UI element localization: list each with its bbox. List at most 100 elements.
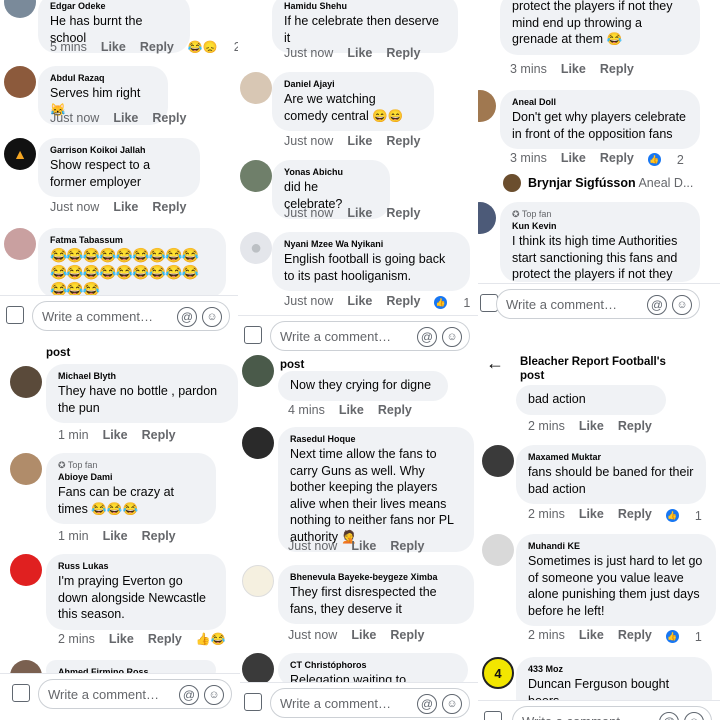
reply-button[interactable]: Reply (386, 134, 420, 148)
photo-icon[interactable] (12, 684, 30, 702)
commenter-name[interactable]: Kun Kevin (512, 220, 688, 233)
reaction-summary[interactable]: 👍😂 5 (196, 632, 240, 646)
reaction-summary[interactable]: 😂😞 2 (188, 40, 238, 54)
like-button[interactable]: Like (101, 40, 126, 54)
avatar[interactable] (240, 160, 272, 192)
commenter-name[interactable]: Bhenevula Bayeke-beygeze Ximba (290, 571, 462, 584)
like-button[interactable]: Like (347, 294, 372, 308)
like-button[interactable]: Like (579, 419, 604, 433)
comment-input[interactable]: Write a comment… @ ☺ (270, 688, 470, 718)
reaction-summary[interactable]: 👍 1 (434, 296, 478, 310)
avatar[interactable] (10, 366, 42, 398)
mention-icon[interactable]: @ (659, 712, 679, 720)
comment-input[interactable]: Write a comment… @ ☺ (270, 321, 470, 351)
reply-button[interactable]: Reply (142, 428, 176, 442)
like-button[interactable]: Like (351, 539, 376, 553)
back-arrow-icon[interactable]: ← (486, 353, 504, 374)
emoji-icon[interactable]: ☺ (684, 712, 704, 720)
emoji-icon[interactable]: ☺ (442, 694, 462, 714)
emoji-icon[interactable]: ☺ (204, 685, 224, 705)
like-button[interactable]: Like (109, 632, 134, 646)
avatar[interactable] (242, 355, 274, 387)
like-button[interactable]: Like (561, 151, 586, 165)
avatar[interactable]: 4 (482, 657, 514, 689)
like-button[interactable]: Like (113, 200, 138, 214)
reply-button[interactable]: Reply (140, 40, 174, 54)
reply-button[interactable]: Reply (386, 206, 420, 220)
comment-input[interactable]: Write a comment… @ ☺ (512, 706, 712, 720)
avatar[interactable] (4, 228, 36, 260)
commenter-name[interactable]: Aneal Doll (512, 96, 688, 109)
reply-button[interactable]: Reply (618, 628, 652, 642)
commenter-name[interactable]: Edgar Odeke (50, 0, 178, 13)
avatar[interactable] (10, 453, 42, 485)
reply-button[interactable]: Reply (386, 294, 420, 308)
comment-input[interactable]: Write a comment… @ ☺ (496, 289, 700, 319)
reaction-summary[interactable]: 👍 2 (647, 153, 698, 167)
like-button[interactable]: Like (579, 628, 604, 642)
reaction-summary[interactable]: 👍 1 (665, 509, 716, 523)
mention-icon[interactable]: @ (177, 307, 197, 327)
avatar[interactable] (482, 445, 514, 477)
reply-author-name[interactable]: Brynjar Sigfússon (528, 176, 636, 190)
avatar[interactable]: ● (240, 232, 272, 264)
comment-input[interactable]: Write a comment… @ ☺ (38, 679, 232, 709)
reply-button[interactable]: Reply (142, 529, 176, 543)
commenter-name[interactable]: Garrison Koikoi Jallah (50, 144, 188, 157)
like-button[interactable]: Like (351, 628, 376, 642)
commenter-name[interactable]: Yonas Abichu (284, 166, 378, 179)
photo-icon[interactable] (6, 306, 24, 324)
avatar[interactable] (240, 72, 272, 104)
comment-input[interactable]: Write a comment… @ ☺ (32, 301, 230, 331)
avatar[interactable] (503, 174, 521, 192)
reply-button[interactable]: Reply (390, 628, 424, 642)
like-button[interactable]: Like (347, 206, 372, 220)
like-button[interactable]: Like (113, 111, 138, 125)
like-button[interactable]: Like (347, 46, 372, 60)
emoji-icon[interactable]: ☺ (202, 307, 222, 327)
reply-button[interactable]: Reply (618, 419, 652, 433)
mention-icon[interactable]: @ (417, 694, 437, 714)
photo-icon[interactable] (244, 326, 262, 344)
avatar[interactable] (478, 202, 496, 234)
commenter-name[interactable]: Abdul Razaq (50, 72, 156, 85)
avatar[interactable] (242, 427, 274, 459)
avatar[interactable] (4, 66, 36, 98)
reply-button[interactable]: Reply (600, 62, 634, 76)
mention-icon[interactable]: @ (179, 685, 199, 705)
reply-button[interactable]: Reply (618, 507, 652, 521)
emoji-icon[interactable]: ☺ (442, 327, 462, 347)
commenter-name[interactable]: Michael Blyth (58, 370, 226, 383)
avatar[interactable] (4, 0, 36, 18)
avatar[interactable] (10, 554, 42, 586)
reply-button[interactable]: Reply (600, 151, 634, 165)
commenter-name[interactable]: Hamidu Shehu (284, 0, 446, 13)
reply-button[interactable]: Reply (378, 403, 412, 417)
reaction-summary[interactable]: 👍 1 (665, 630, 716, 644)
reply-button[interactable]: Reply (152, 200, 186, 214)
avatar[interactable]: ▲ (4, 138, 36, 170)
photo-icon[interactable] (244, 693, 262, 711)
commenter-name[interactable]: Russ Lukas (58, 560, 214, 573)
commenter-name[interactable]: Nyani Mzee Wa Nyikani (284, 238, 458, 251)
commenter-name[interactable]: Abioye Dami (58, 471, 204, 484)
emoji-icon[interactable]: ☺ (672, 295, 692, 315)
photo-icon[interactable] (484, 711, 502, 720)
commenter-name[interactable]: Muhandi KE (528, 540, 704, 553)
commenter-name[interactable]: CT Christóphoros (290, 659, 456, 672)
reply-button[interactable]: Reply (148, 632, 182, 646)
mention-icon[interactable]: @ (417, 327, 437, 347)
avatar[interactable] (242, 565, 274, 597)
commenter-name[interactable]: Rasedul Hoque (290, 433, 462, 446)
like-button[interactable]: Like (103, 529, 128, 543)
mention-icon[interactable]: @ (647, 295, 667, 315)
avatar[interactable] (482, 534, 514, 566)
reply-button[interactable]: Reply (152, 111, 186, 125)
like-button[interactable]: Like (561, 62, 586, 76)
reply-button[interactable]: Reply (386, 46, 420, 60)
avatar[interactable] (478, 90, 496, 122)
like-button[interactable]: Like (339, 403, 364, 417)
commenter-name[interactable]: Maxamed Muktar (528, 451, 694, 464)
avatar[interactable] (242, 653, 274, 685)
reply-button[interactable]: Reply (390, 539, 424, 553)
